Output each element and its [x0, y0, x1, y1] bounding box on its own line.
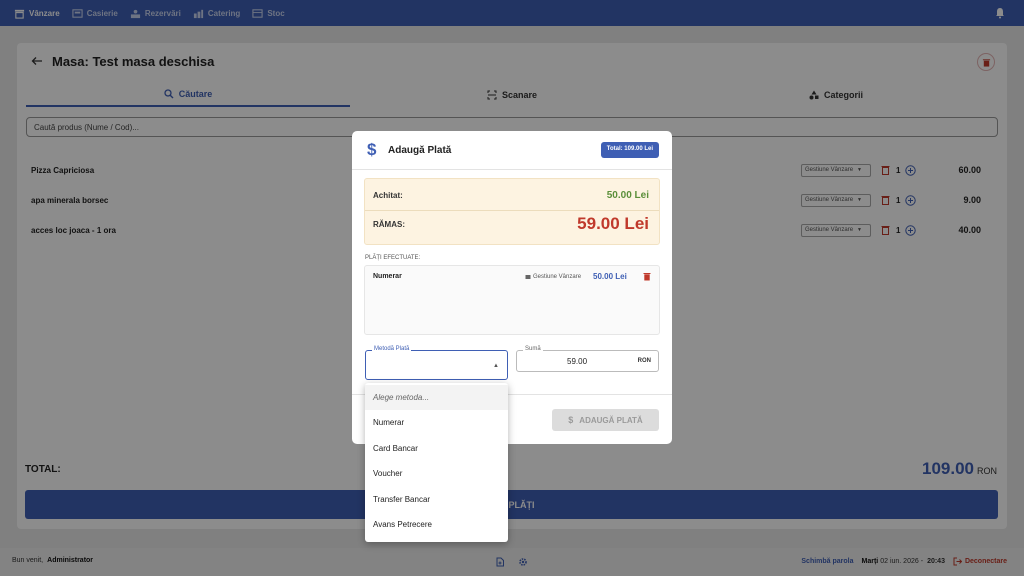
- register-icon: [525, 275, 531, 279]
- amount-field[interactable]: Sumă 59.00 RON: [516, 346, 659, 372]
- payment-source-label: Gestiune Vânzare: [533, 274, 582, 280]
- payments-list: Numerar Gestiune Vânzare 50.00 Lei: [364, 265, 660, 335]
- dialog-title: Adaugă Plată: [388, 145, 452, 156]
- payment-amount: 50.00 Lei: [593, 272, 627, 281]
- dropdown-option[interactable]: Numerar: [365, 410, 508, 435]
- add-payment-button[interactable]: $ ADAUGĂ PLATĂ: [552, 409, 659, 431]
- dropdown-option[interactable]: Card Bancar: [365, 436, 508, 461]
- remaining-value: 59.00 Lei: [577, 214, 649, 233]
- paid-value: 50.00 Lei: [606, 190, 649, 201]
- dropdown-option[interactable]: Avans Petrecere: [365, 512, 508, 537]
- payment-method-dropdown: Alege metoda... Numerar Card Bancar Vouc…: [365, 383, 508, 542]
- field-label: Metodă Plată: [372, 346, 412, 352]
- dollar-icon: $: [568, 415, 574, 425]
- total-badge: Total: 109.00 Lei: [600, 142, 659, 158]
- payments-list-label: PLĂȚI EFECTUATE:: [365, 255, 421, 261]
- dropdown-option[interactable]: Transfer Bancar: [365, 487, 508, 512]
- dropdown-option[interactable]: Voucher: [365, 461, 508, 486]
- amount-value: 59.00: [567, 357, 588, 366]
- dialog-header: $ Adaugă Plată Total: 109.00 Lei: [352, 131, 672, 170]
- field-label: Sumă: [523, 346, 543, 352]
- payment-summary: Achitat: 50.00 Lei RĂMAS: 59.00 Lei: [364, 178, 660, 245]
- paid-label: Achitat:: [373, 191, 403, 200]
- trash-icon[interactable]: [643, 272, 651, 281]
- amount-currency: RON: [637, 358, 651, 364]
- payment-source: Gestiune Vânzare: [525, 274, 581, 280]
- dropdown-placeholder[interactable]: Alege metoda...: [365, 385, 508, 410]
- payment-method: Numerar: [373, 273, 402, 280]
- payment-method-select[interactable]: Metodă Plată ▲: [365, 346, 508, 380]
- add-payment-label: ADAUGĂ PLATĂ: [579, 415, 643, 425]
- divider: [365, 210, 659, 211]
- dollar-icon: $: [367, 140, 377, 159]
- dropdown-caret-icon: ▲: [493, 363, 499, 369]
- remaining-label: RĂMAS:: [373, 220, 405, 229]
